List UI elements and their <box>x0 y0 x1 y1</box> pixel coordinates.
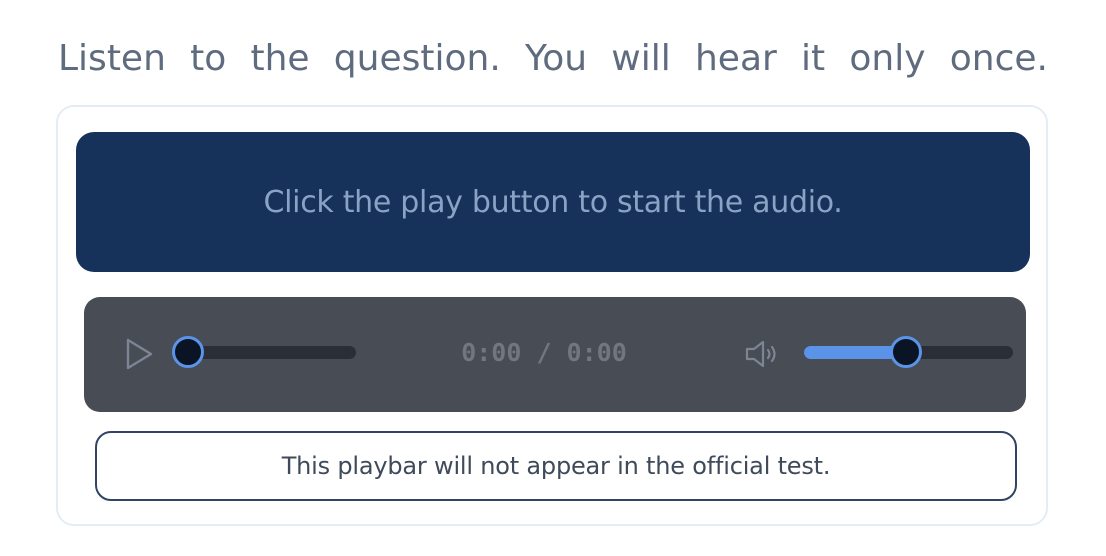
instruction-text: Listen to the question. You will hear it… <box>58 38 1048 79</box>
volume-slider-thumb[interactable] <box>890 336 922 368</box>
play-icon[interactable] <box>122 337 156 371</box>
audio-prompt-box: Click the play button to start the audio… <box>76 132 1030 272</box>
time-display: 0:00 / 0:00 <box>461 338 627 367</box>
audio-prompt-text: Click the play button to start the audio… <box>263 184 843 220</box>
playbar-notice: This playbar will not appear in the offi… <box>95 431 1017 501</box>
seek-slider-track[interactable] <box>184 346 356 359</box>
audio-player: 0:00 / 0:00 <box>84 297 1026 412</box>
playbar-notice-text: This playbar will not appear in the offi… <box>281 452 831 480</box>
volume-icon[interactable] <box>744 337 784 371</box>
seek-slider-thumb[interactable] <box>172 336 204 368</box>
